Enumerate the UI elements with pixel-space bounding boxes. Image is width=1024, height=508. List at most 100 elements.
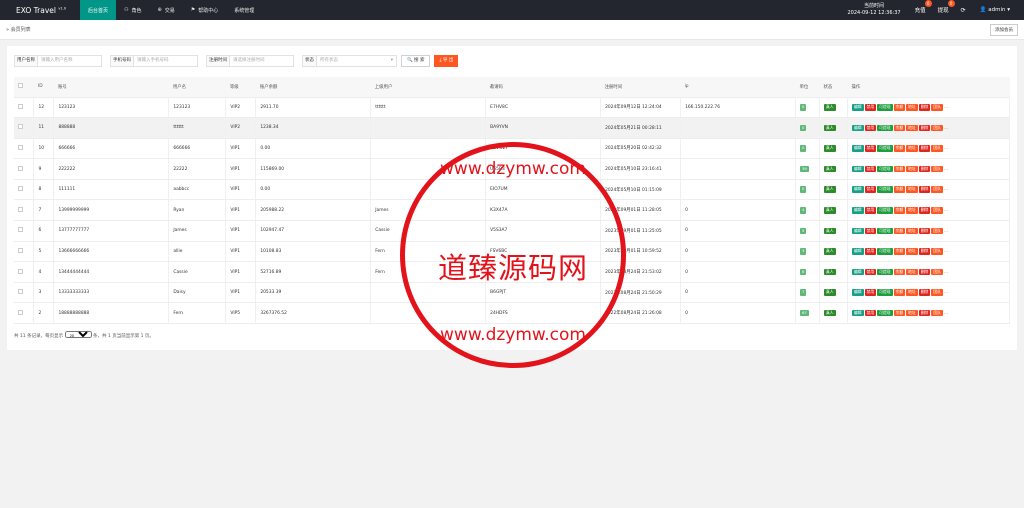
table-row[interactable]: 12 123123 123123 VIP2 2911.70 tttttt E7HV8C 202… xyxy=(14,97,1011,119)
username-input[interactable]: 请输入用户名称 xyxy=(38,55,102,67)
row-checkbox[interactable] xyxy=(18,227,23,233)
action-button[interactable]: 团队 xyxy=(931,165,943,173)
action-button[interactable]: 编辑 xyxy=(851,207,864,214)
action-button[interactable]: 地址 xyxy=(906,268,918,276)
action-button[interactable]: ... xyxy=(944,167,948,172)
action-button[interactable]: 余额 xyxy=(893,309,906,317)
action-button[interactable]: 地址 xyxy=(906,227,918,235)
table-row[interactable]: 4 13444444444 Cassie VIP1 52716.89 Fern 2023年0… xyxy=(14,261,1011,283)
action-button[interactable]: 禁用 xyxy=(864,207,877,214)
action-button[interactable]: ... xyxy=(944,187,948,192)
action-button[interactable]: 可提现 xyxy=(877,104,893,111)
action-button[interactable]: 删除 xyxy=(918,207,931,214)
column-header[interactable]: ID xyxy=(33,77,54,98)
action-button[interactable]: 余额 xyxy=(893,248,906,255)
action-button[interactable]: 删除 xyxy=(918,124,931,132)
action-button[interactable]: 编辑 xyxy=(851,289,864,296)
row-checkbox[interactable] xyxy=(18,165,23,171)
table-row[interactable]: 11 888888 tttttt VIP2 1238.34 BA9YVN 2024年05月2… xyxy=(14,117,1011,139)
action-button[interactable]: 可提现 xyxy=(877,207,893,214)
action-button[interactable]: 编辑 xyxy=(851,309,864,317)
action-button[interactable]: 团队 xyxy=(931,268,943,276)
action-button[interactable]: 禁用 xyxy=(864,268,877,276)
add-member-button[interactable]: 添加会员 xyxy=(990,24,1018,36)
row-checkbox[interactable] xyxy=(18,186,23,192)
action-button[interactable]: ... xyxy=(944,270,948,275)
export-button[interactable]: ⤓ 导 出 xyxy=(434,55,459,67)
row-checkbox[interactable] xyxy=(18,124,23,130)
column-header[interactable]: 账户余额 xyxy=(255,77,371,98)
action-button[interactable]: 余额 xyxy=(893,124,906,132)
column-header[interactable]: ip xyxy=(680,77,796,98)
action-button[interactable]: ... xyxy=(944,229,948,234)
column-header[interactable]: 上级用户 xyxy=(370,77,486,98)
action-button[interactable]: 余额 xyxy=(893,104,906,111)
action-button[interactable]: ... xyxy=(944,311,948,316)
action-button[interactable]: 编辑 xyxy=(851,186,864,193)
action-button[interactable]: 删除 xyxy=(918,186,931,193)
action-button[interactable]: 删除 xyxy=(918,104,931,111)
user-menu[interactable]: 👤 admin ▾ xyxy=(980,7,1010,13)
table-row[interactable]: 5 13666666666 allie VIP1 10108.83 Fern FSV6BC 2… xyxy=(14,241,1011,263)
action-button[interactable]: ... xyxy=(944,126,948,131)
breadcrumb[interactable]: » 会员列表 xyxy=(0,26,31,33)
action-button[interactable]: 地址 xyxy=(906,289,918,296)
action-button[interactable]: 禁用 xyxy=(864,227,877,235)
action-button[interactable]: 编辑 xyxy=(851,145,864,152)
action-button[interactable]: 删除 xyxy=(918,165,931,173)
action-button[interactable]: 编辑 xyxy=(851,124,864,132)
action-button[interactable]: 团队 xyxy=(931,186,943,193)
page-size-select[interactable]: 20 xyxy=(64,331,92,338)
action-button[interactable]: 团队 xyxy=(931,207,943,214)
action-button[interactable]: 团队 xyxy=(931,248,943,255)
action-button[interactable]: 禁用 xyxy=(864,186,877,193)
action-button[interactable]: 可提现 xyxy=(877,268,893,276)
table-row[interactable]: 3 13333333333 Daisy VIP1 20533.39 B6GPJT 2022年… xyxy=(14,282,1011,304)
action-button[interactable]: 地址 xyxy=(906,309,918,317)
column-header[interactable]: 单位 xyxy=(795,77,820,98)
nav-item-1[interactable]: ⚇ 角色 xyxy=(116,0,150,20)
action-button[interactable]: 删除 xyxy=(918,248,931,255)
row-checkbox[interactable] xyxy=(18,206,23,212)
row-checkbox[interactable] xyxy=(18,309,23,315)
action-button[interactable]: 删除 xyxy=(918,227,931,235)
action-button[interactable]: 可提现 xyxy=(877,227,893,235)
action-button[interactable]: 编辑 xyxy=(851,268,864,276)
action-button[interactable]: 地址 xyxy=(906,248,918,255)
table-row[interactable]: 6 13777777777 James VIP1 102947.47 Cassie V5S3… xyxy=(14,220,1011,242)
action-button[interactable]: 可提现 xyxy=(877,289,893,296)
phone-input[interactable]: 请输入手机号码 xyxy=(134,55,198,67)
action-button[interactable]: 地址 xyxy=(906,145,918,152)
action-button[interactable]: 编辑 xyxy=(851,227,864,235)
action-button[interactable]: 禁用 xyxy=(864,145,877,152)
action-button[interactable]: 禁用 xyxy=(864,309,877,317)
action-button[interactable]: 禁用 xyxy=(864,165,877,173)
table-row[interactable]: 9 222222 22222 VIP1 115869.00 U55B3 2024年05月10… xyxy=(14,158,1011,180)
action-button[interactable]: 地址 xyxy=(906,104,918,111)
column-header[interactable]: 邀请码 xyxy=(485,77,601,98)
nav-item-4[interactable]: 系统管理 xyxy=(226,0,262,20)
action-button[interactable]: 地址 xyxy=(906,186,918,193)
action-button[interactable]: 团队 xyxy=(931,309,943,317)
table-row[interactable]: 2 18888888888 Fern VIP5 3267376.52 24HDFS 2022… xyxy=(14,302,1011,325)
action-button[interactable]: 编辑 xyxy=(851,165,864,173)
select-all-checkbox[interactable] xyxy=(18,83,23,89)
action-button[interactable]: 团队 xyxy=(931,227,943,235)
row-checkbox[interactable] xyxy=(18,268,23,274)
action-button[interactable]: 地址 xyxy=(906,124,918,132)
table-row[interactable]: 10 666666 666666 VIP1 0.00 ABVG2T 2024年05月20日 … xyxy=(14,138,1011,160)
action-button[interactable]: 余额 xyxy=(893,289,906,296)
action-button[interactable]: ... xyxy=(944,208,948,213)
action-button[interactable]: 删除 xyxy=(918,309,931,317)
action-button[interactable]: 编辑 xyxy=(851,248,864,255)
row-checkbox[interactable] xyxy=(18,144,23,150)
action-button[interactable]: 团队 xyxy=(931,104,943,111)
action-button[interactable]: 可提现 xyxy=(877,145,893,152)
action-button[interactable]: 团队 xyxy=(931,124,943,132)
nav-item-2[interactable]: ⊕ 交易 xyxy=(150,0,183,20)
column-header[interactable]: 用户名 xyxy=(168,77,226,98)
action-button[interactable]: 禁用 xyxy=(864,124,877,132)
action-button[interactable]: 可提现 xyxy=(877,124,893,132)
action-button[interactable]: 禁用 xyxy=(864,289,877,296)
action-button[interactable]: 删除 xyxy=(918,289,931,296)
